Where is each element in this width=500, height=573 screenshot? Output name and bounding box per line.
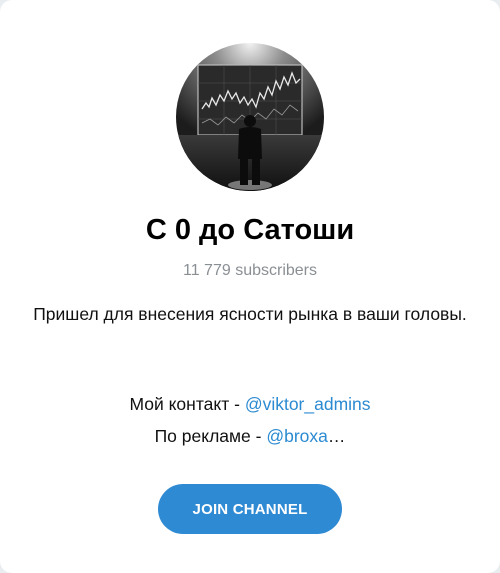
trader-chart-icon (176, 43, 324, 191)
join-channel-label: JOIN CHANNEL (192, 500, 308, 518)
contact-line: Мой контакт - @viktor_admins (0, 394, 500, 415)
ads-label: По рекламе - (154, 426, 267, 446)
ads-line: По рекламе - @broxa… (0, 426, 500, 447)
ads-handle-link[interactable]: @broxa (266, 426, 328, 446)
channel-description: Пришел для внесения ясности рынка в ваши… (33, 304, 467, 324)
subscriber-count: 11 779 subscribers (183, 262, 317, 279)
ads-ellipsis: … (327, 426, 346, 446)
contact-handle-link[interactable]: @viktor_admins (245, 394, 371, 414)
channel-title: С 0 до Сатоши (145, 214, 355, 246)
channel-avatar (176, 43, 324, 191)
contact-label: Мой контакт - (129, 394, 245, 414)
join-channel-button[interactable]: JOIN CHANNEL (158, 484, 342, 534)
channel-card: С 0 до Сатоши 11 779 subscribers Пришел … (0, 0, 500, 573)
